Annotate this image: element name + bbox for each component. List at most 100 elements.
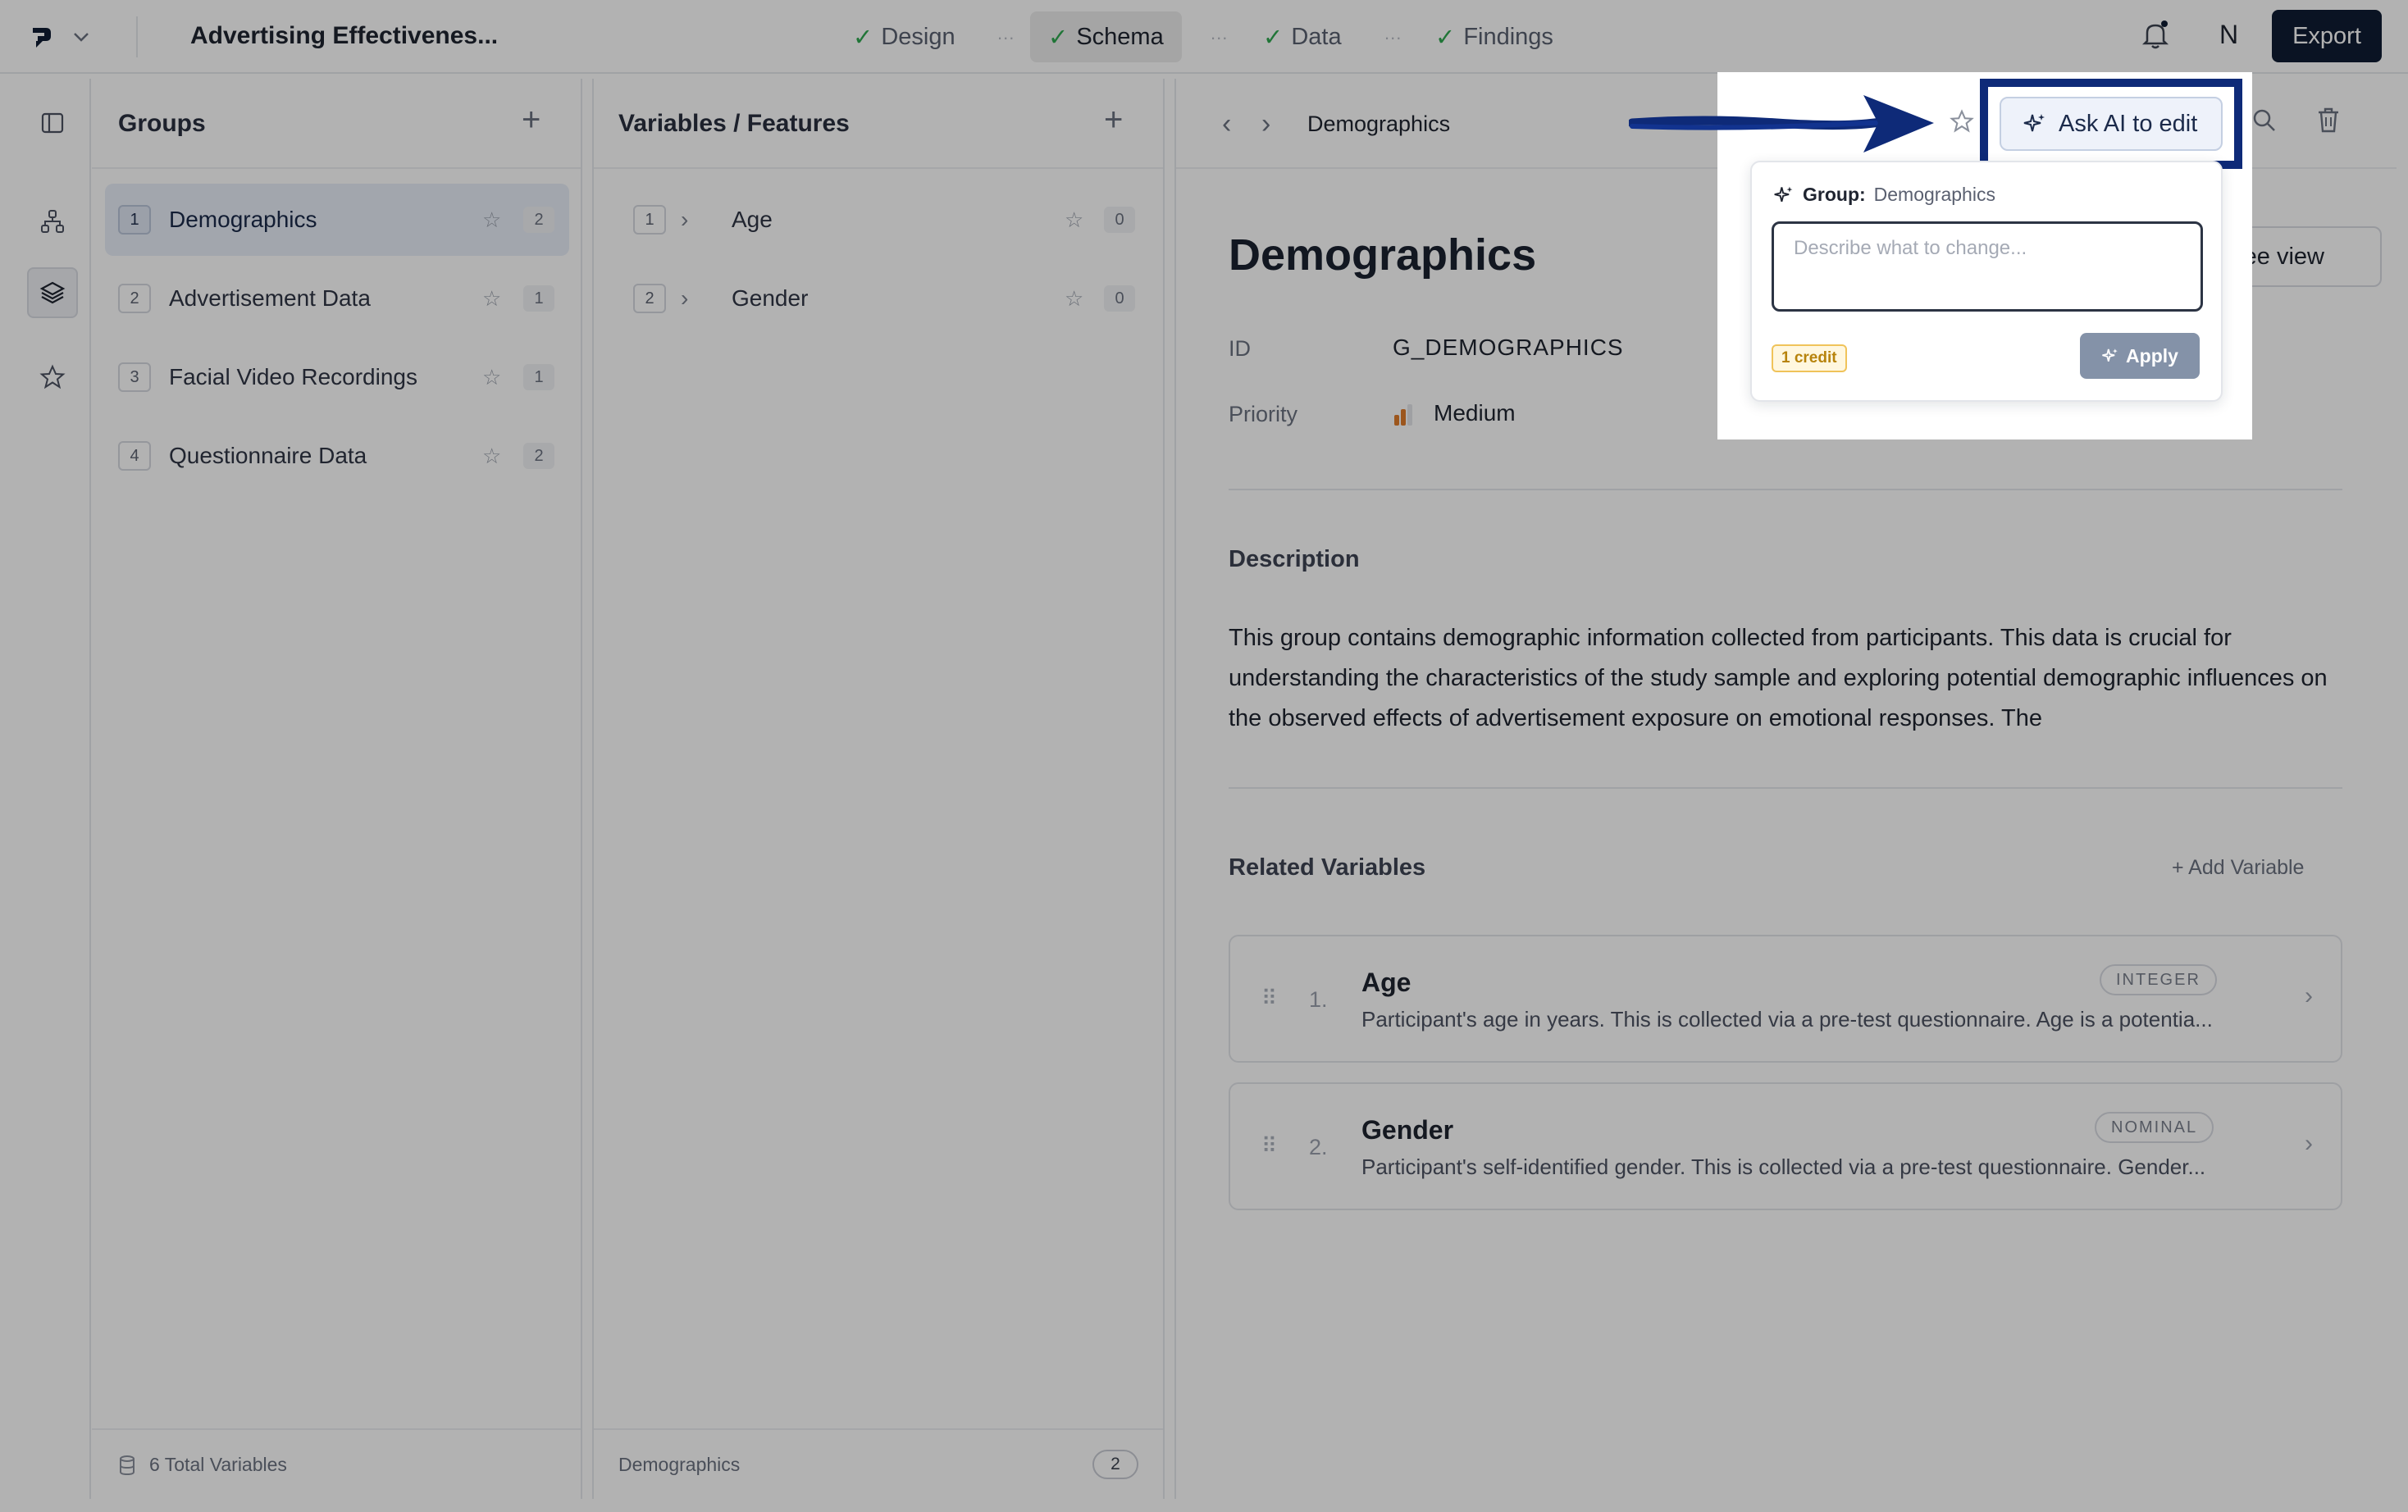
avatar[interactable]: N (2219, 20, 2238, 50)
step-separator: ... (1384, 23, 1402, 43)
sparkle-icon (2023, 112, 2047, 136)
divider (1229, 787, 2342, 789)
star-icon[interactable]: ☆ (482, 207, 501, 233)
drag-handle-icon[interactable]: ⠿ (1261, 1133, 1277, 1159)
groups-title: Groups (118, 110, 206, 137)
groups-panel: Groups + 1 Demographics ☆ 2 2 Advertisem… (92, 79, 582, 1499)
star-icon[interactable]: ☆ (482, 444, 501, 469)
variable-label: Gender (732, 285, 809, 311)
project-title[interactable]: Advertising Effectivenes... (190, 22, 498, 50)
check-icon: ✓ (1048, 24, 1069, 51)
priority-value[interactable]: Medium (1434, 400, 1516, 426)
description-text: This group contains demographic informat… (1229, 625, 2328, 731)
ask-ai-label: Ask AI to edit (2059, 110, 2198, 137)
layers-icon[interactable] (27, 267, 78, 318)
search-icon[interactable] (2251, 107, 2278, 134)
chevron-right-icon[interactable]: › (2305, 982, 2313, 1010)
hierarchy-icon[interactable] (33, 202, 72, 241)
chevron-right-icon[interactable]: › (681, 285, 688, 312)
priority-icon (1393, 403, 1414, 426)
drag-handle-icon[interactable]: ⠿ (1261, 986, 1277, 1011)
groups-footer: 6 Total Variables (92, 1428, 581, 1499)
ask-ai-button[interactable]: Ask AI to edit (2000, 97, 2223, 151)
step-label: Findings (1463, 23, 1553, 50)
variables-panel: Variables / Features + 1 › Age ☆ 0 2 › G… (592, 79, 1165, 1499)
step-label: Data (1291, 23, 1342, 50)
group-item-questionnaire-data[interactable]: 4 Questionnaire Data ☆ 2 (105, 420, 569, 492)
chevron-left-icon[interactable]: ‹ (1222, 108, 1231, 140)
check-icon: ✓ (1435, 24, 1456, 51)
chevron-right-icon[interactable]: › (1261, 108, 1270, 140)
footer-count-badge: 2 (1092, 1450, 1138, 1479)
variables-footer: Demographics 2 (594, 1428, 1163, 1499)
add-variable-button[interactable]: + (1104, 103, 1123, 136)
apply-button[interactable]: Apply (2080, 333, 2200, 379)
sparkle-icon (2101, 347, 2119, 365)
check-icon: ✓ (1263, 24, 1284, 51)
top-bar: Advertising Effectivenes... ✓ Design ...… (0, 0, 2408, 74)
variable-item-age[interactable]: 1 › Age ☆ 0 (607, 184, 1148, 256)
chevron-down-icon[interactable] (71, 26, 92, 48)
sparkle-icon (1773, 184, 1795, 206)
group-name: Demographics (1873, 184, 1995, 205)
star-icon[interactable] (33, 358, 72, 397)
priority-label: Priority (1229, 402, 1298, 426)
star-icon[interactable]: ☆ (1065, 207, 1083, 233)
step-schema[interactable]: ✓ Schema (1030, 11, 1182, 62)
star-icon[interactable] (1949, 108, 1975, 134)
group-index: 3 (118, 362, 151, 392)
star-icon[interactable]: ☆ (482, 365, 501, 390)
variable-name: Age (1361, 968, 1412, 997)
group-item-advertisement-data[interactable]: 2 Advertisement Data ☆ 1 (105, 262, 569, 335)
footer-group-name: Demographics (618, 1453, 741, 1475)
describe-change-input[interactable] (1772, 221, 2203, 312)
groups-panel-header: Groups + (92, 79, 581, 169)
variable-index: 2 (633, 284, 666, 313)
chevron-right-icon[interactable]: › (2305, 1130, 2313, 1158)
breadcrumb: Demographics (1307, 112, 1451, 136)
step-label: Design (881, 23, 955, 50)
total-variables: 6 Total Variables (149, 1453, 287, 1475)
ai-edit-popover: Group: Demographics 1 credit Apply (1750, 161, 2223, 402)
variables-title: Variables / Features (618, 110, 850, 137)
star-icon[interactable]: ☆ (482, 286, 501, 312)
variable-count: 2 (523, 443, 554, 469)
apply-label: Apply (2126, 344, 2178, 367)
star-icon[interactable]: ☆ (1065, 286, 1083, 312)
chevron-right-icon[interactable]: › (681, 207, 688, 233)
add-group-button[interactable]: + (522, 103, 540, 136)
group-index: 2 (118, 284, 151, 313)
step-design[interactable]: ✓ Design (835, 11, 974, 62)
variable-count: 2 (523, 207, 554, 233)
variable-type-badge: INTEGER (2100, 964, 2217, 995)
divider (136, 16, 138, 57)
id-value: G_DEMOGRAPHICS (1393, 335, 1624, 360)
variable-label: Age (732, 207, 773, 232)
variables-panel-header: Variables / Features + (594, 79, 1163, 169)
variable-count: 0 (1104, 207, 1135, 233)
popover-header: Group: Demographics (1773, 184, 1995, 206)
group-item-demographics[interactable]: 1 Demographics ☆ 2 (105, 184, 569, 256)
credit-badge: 1 credit (1772, 344, 1847, 372)
group-prefix: Group: (1803, 184, 1866, 205)
add-variable-link[interactable]: + Add Variable (2172, 856, 2304, 880)
group-item-facial-video-recordings[interactable]: 3 Facial Video Recordings ☆ 1 (105, 341, 569, 413)
related-variable-card[interactable]: ⠿ 1. Age INTEGER Participant's age in ye… (1229, 935, 2342, 1063)
group-index: 1 (118, 205, 151, 235)
variable-item-gender[interactable]: 2 › Gender ☆ 0 (607, 262, 1148, 335)
app-logo-icon[interactable] (28, 23, 56, 51)
trash-icon[interactable] (2315, 105, 2342, 134)
bell-icon[interactable] (2139, 18, 2172, 51)
group-heading: Demographics (1229, 230, 1537, 280)
export-button[interactable]: Export (2272, 10, 2382, 62)
id-label: ID (1229, 336, 1251, 361)
related-variable-card[interactable]: ⠿ 2. Gender NOMINAL Participant's self-i… (1229, 1082, 2342, 1210)
variable-number: 1. (1309, 987, 1328, 1012)
step-label: Schema (1076, 23, 1164, 50)
annotation-arrow-icon (1629, 85, 1941, 159)
step-data[interactable]: ✓ Data (1245, 11, 1360, 62)
check-icon: ✓ (853, 24, 873, 51)
variable-number: 2. (1309, 1135, 1328, 1159)
step-findings[interactable]: ✓ Findings (1417, 11, 1571, 62)
sidebar-toggle-icon[interactable] (33, 103, 72, 143)
